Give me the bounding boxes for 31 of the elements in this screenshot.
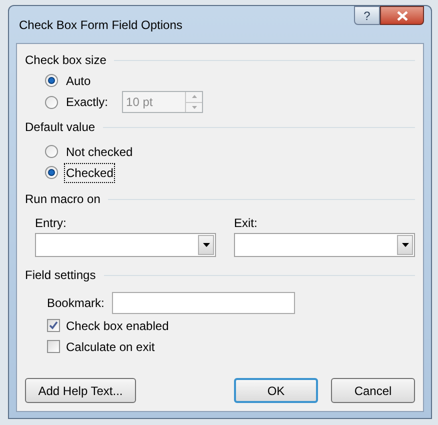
dropdown[interactable] bbox=[234, 233, 415, 257]
checkbox-label: Calculate on exit bbox=[66, 338, 155, 356]
radio-label: Not checked bbox=[65, 144, 134, 160]
dialog-button[interactable]: OK bbox=[234, 378, 318, 403]
radio-button[interactable] bbox=[45, 74, 58, 87]
radio-button[interactable] bbox=[45, 96, 58, 108]
group-heading: Check box size bbox=[25, 52, 106, 69]
dialog-button[interactable]: Cancel bbox=[331, 378, 415, 403]
dialog-button[interactable]: Add Help Text... bbox=[25, 378, 136, 403]
close-icon bbox=[396, 10, 408, 20]
checkbox[interactable] bbox=[47, 340, 60, 353]
dropdown-label: Entry: bbox=[35, 215, 68, 232]
radio-button[interactable] bbox=[45, 145, 58, 158]
bookmark-field[interactable] bbox=[112, 292, 296, 314]
window-title: Check Box Form Field Options bbox=[18, 16, 182, 34]
group-heading: Run macro on bbox=[25, 191, 100, 208]
checkbox-label: Check box enabled bbox=[66, 318, 169, 334]
radio-button[interactable] bbox=[45, 166, 58, 179]
help-button[interactable]: ? bbox=[354, 6, 380, 25]
dropdown[interactable] bbox=[35, 233, 216, 257]
radio-label: Checked bbox=[64, 162, 116, 182]
dropdown-label: Exit: bbox=[234, 215, 258, 232]
spin-arrows-icon bbox=[185, 92, 202, 112]
bookmark-label: Bookmark: bbox=[47, 294, 104, 312]
radio-label: Exactly: bbox=[65, 94, 110, 111]
checkbox[interactable] bbox=[47, 319, 60, 332]
group-heading: Default value bbox=[25, 119, 96, 136]
radio-label: Auto bbox=[65, 72, 92, 90]
group-heading: Field settings bbox=[25, 267, 96, 284]
close-button[interactable] bbox=[380, 6, 424, 25]
check-icon bbox=[49, 321, 58, 330]
